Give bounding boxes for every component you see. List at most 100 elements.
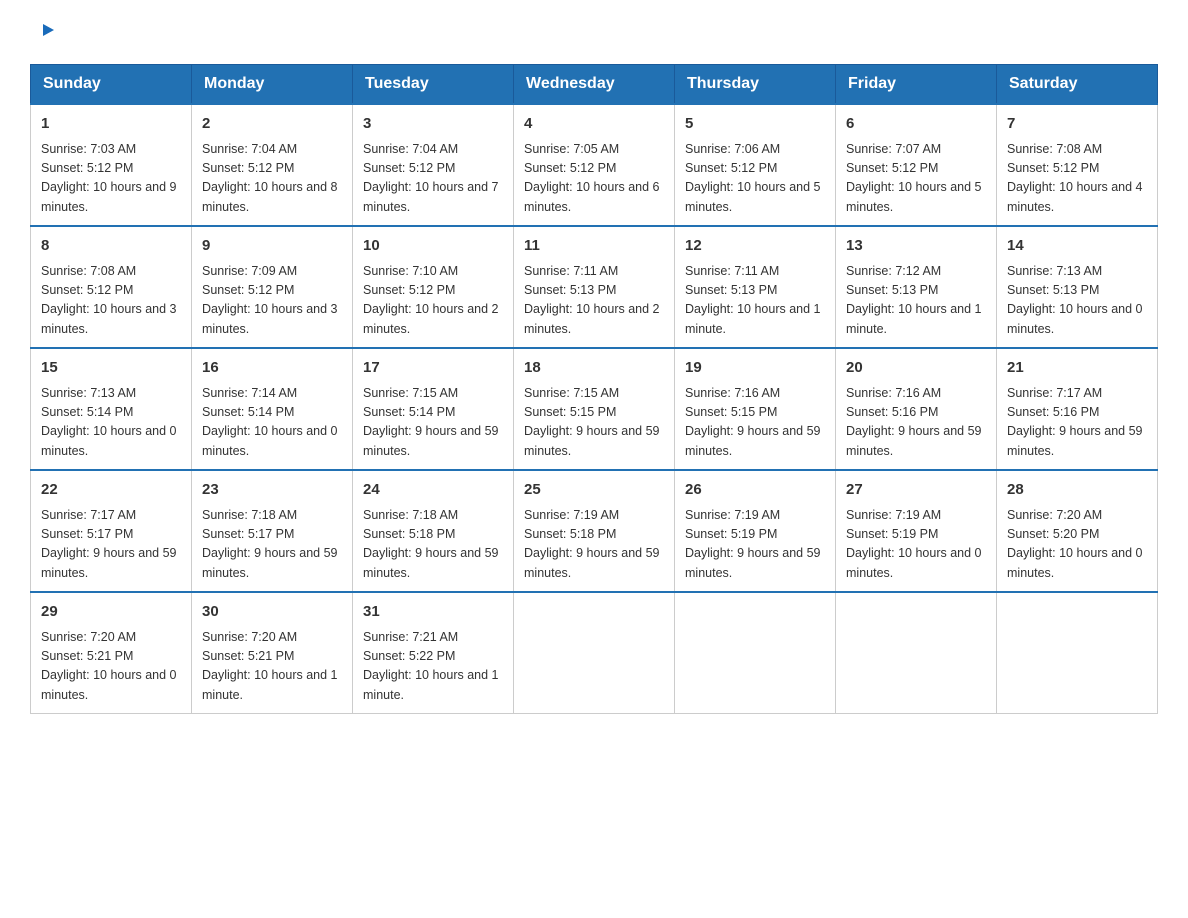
day-number: 16: [202, 357, 342, 380]
day-number: 17: [363, 357, 503, 380]
day-number: 11: [524, 235, 664, 258]
calendar-cell: [514, 592, 675, 714]
day-info: Sunrise: 7:18 AMSunset: 5:17 PMDaylight:…: [202, 506, 342, 584]
calendar-cell: 23 Sunrise: 7:18 AMSunset: 5:17 PMDaylig…: [192, 470, 353, 592]
calendar-cell: 4 Sunrise: 7:05 AMSunset: 5:12 PMDayligh…: [514, 104, 675, 226]
day-info: Sunrise: 7:16 AMSunset: 5:16 PMDaylight:…: [846, 384, 986, 462]
calendar-cell: 30 Sunrise: 7:20 AMSunset: 5:21 PMDaylig…: [192, 592, 353, 714]
day-number: 5: [685, 113, 825, 136]
day-header-monday: Monday: [192, 65, 353, 105]
day-info: Sunrise: 7:06 AMSunset: 5:12 PMDaylight:…: [685, 140, 825, 218]
day-info: Sunrise: 7:14 AMSunset: 5:14 PMDaylight:…: [202, 384, 342, 462]
calendar-cell: 1 Sunrise: 7:03 AMSunset: 5:12 PMDayligh…: [31, 104, 192, 226]
day-number: 2: [202, 113, 342, 136]
calendar-cell: 24 Sunrise: 7:18 AMSunset: 5:18 PMDaylig…: [353, 470, 514, 592]
day-number: 24: [363, 479, 503, 502]
calendar-week-row: 29 Sunrise: 7:20 AMSunset: 5:21 PMDaylig…: [31, 592, 1158, 714]
day-info: Sunrise: 7:12 AMSunset: 5:13 PMDaylight:…: [846, 262, 986, 340]
calendar-cell: 10 Sunrise: 7:10 AMSunset: 5:12 PMDaylig…: [353, 226, 514, 348]
day-info: Sunrise: 7:04 AMSunset: 5:12 PMDaylight:…: [363, 140, 503, 218]
day-info: Sunrise: 7:20 AMSunset: 5:21 PMDaylight:…: [202, 628, 342, 706]
day-number: 9: [202, 235, 342, 258]
page-header: [30, 20, 1158, 44]
calendar-cell: 9 Sunrise: 7:09 AMSunset: 5:12 PMDayligh…: [192, 226, 353, 348]
calendar-week-row: 8 Sunrise: 7:08 AMSunset: 5:12 PMDayligh…: [31, 226, 1158, 348]
calendar-week-row: 1 Sunrise: 7:03 AMSunset: 5:12 PMDayligh…: [31, 104, 1158, 226]
day-number: 4: [524, 113, 664, 136]
calendar-cell: 12 Sunrise: 7:11 AMSunset: 5:13 PMDaylig…: [675, 226, 836, 348]
day-info: Sunrise: 7:19 AMSunset: 5:18 PMDaylight:…: [524, 506, 664, 584]
calendar-cell: [997, 592, 1158, 714]
day-info: Sunrise: 7:09 AMSunset: 5:12 PMDaylight:…: [202, 262, 342, 340]
day-header-sunday: Sunday: [31, 65, 192, 105]
day-info: Sunrise: 7:19 AMSunset: 5:19 PMDaylight:…: [846, 506, 986, 584]
day-number: 28: [1007, 479, 1147, 502]
calendar-cell: 31 Sunrise: 7:21 AMSunset: 5:22 PMDaylig…: [353, 592, 514, 714]
day-info: Sunrise: 7:19 AMSunset: 5:19 PMDaylight:…: [685, 506, 825, 584]
calendar-cell: 7 Sunrise: 7:08 AMSunset: 5:12 PMDayligh…: [997, 104, 1158, 226]
day-header-saturday: Saturday: [997, 65, 1158, 105]
day-number: 1: [41, 113, 181, 136]
day-number: 7: [1007, 113, 1147, 136]
day-number: 8: [41, 235, 181, 258]
calendar-cell: 14 Sunrise: 7:13 AMSunset: 5:13 PMDaylig…: [997, 226, 1158, 348]
day-number: 15: [41, 357, 181, 380]
day-info: Sunrise: 7:04 AMSunset: 5:12 PMDaylight:…: [202, 140, 342, 218]
logo-flag-icon: [32, 22, 54, 44]
day-number: 12: [685, 235, 825, 258]
day-number: 30: [202, 601, 342, 624]
day-info: Sunrise: 7:08 AMSunset: 5:12 PMDaylight:…: [1007, 140, 1147, 218]
logo: [30, 20, 54, 44]
day-number: 31: [363, 601, 503, 624]
day-number: 18: [524, 357, 664, 380]
day-number: 6: [846, 113, 986, 136]
calendar-cell: 16 Sunrise: 7:14 AMSunset: 5:14 PMDaylig…: [192, 348, 353, 470]
day-info: Sunrise: 7:17 AMSunset: 5:17 PMDaylight:…: [41, 506, 181, 584]
day-number: 26: [685, 479, 825, 502]
day-info: Sunrise: 7:20 AMSunset: 5:20 PMDaylight:…: [1007, 506, 1147, 584]
calendar-cell: 28 Sunrise: 7:20 AMSunset: 5:20 PMDaylig…: [997, 470, 1158, 592]
day-number: 21: [1007, 357, 1147, 380]
calendar-cell: [836, 592, 997, 714]
calendar-cell: 5 Sunrise: 7:06 AMSunset: 5:12 PMDayligh…: [675, 104, 836, 226]
day-info: Sunrise: 7:13 AMSunset: 5:13 PMDaylight:…: [1007, 262, 1147, 340]
calendar-cell: 20 Sunrise: 7:16 AMSunset: 5:16 PMDaylig…: [836, 348, 997, 470]
day-number: 27: [846, 479, 986, 502]
day-info: Sunrise: 7:17 AMSunset: 5:16 PMDaylight:…: [1007, 384, 1147, 462]
day-info: Sunrise: 7:20 AMSunset: 5:21 PMDaylight:…: [41, 628, 181, 706]
calendar-cell: 15 Sunrise: 7:13 AMSunset: 5:14 PMDaylig…: [31, 348, 192, 470]
calendar-cell: 27 Sunrise: 7:19 AMSunset: 5:19 PMDaylig…: [836, 470, 997, 592]
day-info: Sunrise: 7:03 AMSunset: 5:12 PMDaylight:…: [41, 140, 181, 218]
calendar-cell: [675, 592, 836, 714]
calendar-cell: 29 Sunrise: 7:20 AMSunset: 5:21 PMDaylig…: [31, 592, 192, 714]
calendar-cell: 11 Sunrise: 7:11 AMSunset: 5:13 PMDaylig…: [514, 226, 675, 348]
day-number: 19: [685, 357, 825, 380]
day-info: Sunrise: 7:11 AMSunset: 5:13 PMDaylight:…: [685, 262, 825, 340]
calendar-cell: 3 Sunrise: 7:04 AMSunset: 5:12 PMDayligh…: [353, 104, 514, 226]
calendar-table: SundayMondayTuesdayWednesdayThursdayFrid…: [30, 64, 1158, 714]
day-header-wednesday: Wednesday: [514, 65, 675, 105]
day-header-friday: Friday: [836, 65, 997, 105]
calendar-week-row: 22 Sunrise: 7:17 AMSunset: 5:17 PMDaylig…: [31, 470, 1158, 592]
day-info: Sunrise: 7:07 AMSunset: 5:12 PMDaylight:…: [846, 140, 986, 218]
day-info: Sunrise: 7:16 AMSunset: 5:15 PMDaylight:…: [685, 384, 825, 462]
calendar-cell: 2 Sunrise: 7:04 AMSunset: 5:12 PMDayligh…: [192, 104, 353, 226]
day-info: Sunrise: 7:21 AMSunset: 5:22 PMDaylight:…: [363, 628, 503, 706]
day-info: Sunrise: 7:11 AMSunset: 5:13 PMDaylight:…: [524, 262, 664, 340]
day-header-tuesday: Tuesday: [353, 65, 514, 105]
calendar-cell: 17 Sunrise: 7:15 AMSunset: 5:14 PMDaylig…: [353, 348, 514, 470]
day-number: 10: [363, 235, 503, 258]
day-number: 13: [846, 235, 986, 258]
calendar-cell: 25 Sunrise: 7:19 AMSunset: 5:18 PMDaylig…: [514, 470, 675, 592]
day-number: 23: [202, 479, 342, 502]
day-info: Sunrise: 7:05 AMSunset: 5:12 PMDaylight:…: [524, 140, 664, 218]
day-number: 22: [41, 479, 181, 502]
calendar-cell: 18 Sunrise: 7:15 AMSunset: 5:15 PMDaylig…: [514, 348, 675, 470]
calendar-cell: 26 Sunrise: 7:19 AMSunset: 5:19 PMDaylig…: [675, 470, 836, 592]
day-info: Sunrise: 7:15 AMSunset: 5:15 PMDaylight:…: [524, 384, 664, 462]
day-number: 20: [846, 357, 986, 380]
calendar-week-row: 15 Sunrise: 7:13 AMSunset: 5:14 PMDaylig…: [31, 348, 1158, 470]
calendar-cell: 22 Sunrise: 7:17 AMSunset: 5:17 PMDaylig…: [31, 470, 192, 592]
day-info: Sunrise: 7:10 AMSunset: 5:12 PMDaylight:…: [363, 262, 503, 340]
day-info: Sunrise: 7:13 AMSunset: 5:14 PMDaylight:…: [41, 384, 181, 462]
